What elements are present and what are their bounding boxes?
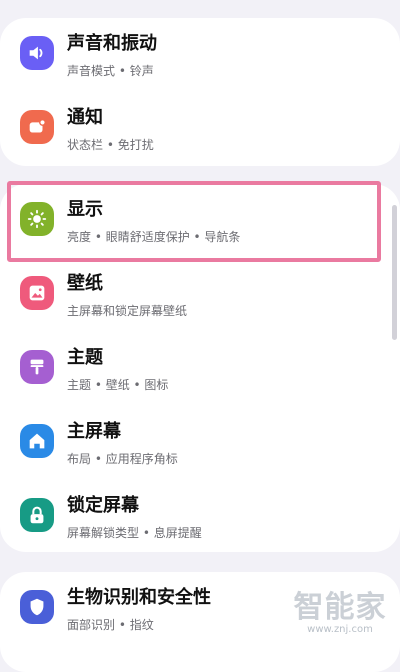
settings-item-title: 壁纸: [67, 273, 103, 294]
settings-item-subtitle: 主题 • 壁纸 • 图标: [67, 378, 169, 392]
settings-item-subtitle: 状态栏 • 免打扰: [67, 138, 154, 152]
brush-icon: [20, 350, 54, 384]
settings-item-display[interactable]: 显示 亮度 • 眼睛舒适度保护 • 导航条: [0, 184, 400, 258]
lock-icon: [20, 498, 54, 532]
sun-icon: [20, 202, 54, 236]
settings-group-display: 显示 亮度 • 眼睛舒适度保护 • 导航条 壁纸 主屏幕和锁定屏幕壁纸 主题 主…: [0, 184, 400, 552]
settings-item-title: 锁定屏幕: [67, 495, 139, 516]
settings-item-notifications[interactable]: 通知 状态栏 • 免打扰: [0, 92, 400, 166]
settings-group-sound-notifications: 声音和振动 声音模式 • 铃声 通知 状态栏 • 免打扰: [0, 18, 400, 166]
scrollbar[interactable]: [392, 205, 397, 340]
settings-item-title: 声音和振动: [67, 33, 157, 54]
settings-item-subtitle: 面部识别 • 指纹: [67, 618, 154, 632]
settings-item-wallpaper[interactable]: 壁纸 主屏幕和锁定屏幕壁纸: [0, 258, 400, 332]
settings-item-title: 生物识别和安全性: [67, 587, 211, 608]
watermark-text: 智能家: [293, 590, 387, 625]
shield-icon: [20, 590, 54, 624]
settings-item-title: 显示: [67, 199, 103, 220]
settings-item-subtitle: 布局 • 应用程序角标: [67, 452, 178, 466]
notification-icon: [20, 110, 54, 144]
settings-item-title: 主屏幕: [67, 421, 121, 442]
settings-item-subtitle: 亮度 • 眼睛舒适度保护 • 导航条: [67, 230, 241, 244]
settings-item-home-screen[interactable]: 主屏幕 布局 • 应用程序角标: [0, 406, 400, 480]
settings-item-themes[interactable]: 主题 主题 • 壁纸 • 图标: [0, 332, 400, 406]
settings-item-title: 主题: [67, 347, 103, 368]
home-icon: [20, 424, 54, 458]
watermark: 智能家 www.znj.com: [290, 582, 390, 635]
settings-item-title: 通知: [67, 107, 103, 128]
settings-item-subtitle: 声音模式 • 铃声: [67, 64, 154, 78]
speaker-icon: [20, 36, 54, 70]
settings-item-lock-screen[interactable]: 锁定屏幕 屏幕解锁类型 • 息屏提醒: [0, 480, 400, 554]
settings-item-sound[interactable]: 声音和振动 声音模式 • 铃声: [0, 18, 400, 92]
settings-item-subtitle: 屏幕解锁类型 • 息屏提醒: [67, 526, 202, 540]
wallpaper-icon: [20, 276, 54, 310]
settings-item-subtitle: 主屏幕和锁定屏幕壁纸: [67, 304, 188, 318]
